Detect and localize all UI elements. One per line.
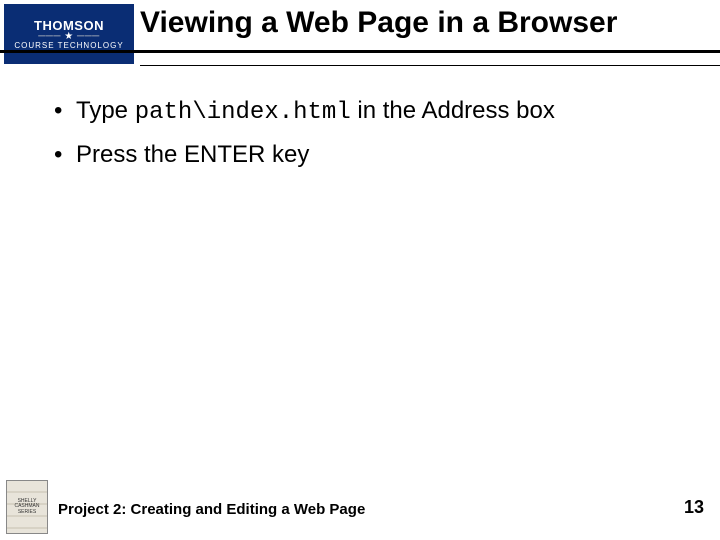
- list-item: Type path\index.html in the Address box: [54, 96, 680, 128]
- series-line: SERIES: [18, 510, 36, 516]
- bullet-list: Type path\index.html in the Address box …: [54, 96, 680, 172]
- bullet-text-pre: Type: [76, 97, 135, 124]
- shelly-cashman-series-logo: SHELLY CASHMAN SERIES: [6, 480, 48, 534]
- title-rule-thick: [0, 50, 720, 53]
- star-icon: ★: [38, 34, 100, 40]
- bullet-text-code: path\index.html: [135, 99, 351, 126]
- page-number: 13: [684, 497, 704, 518]
- bullet-text-pre: Press the ENTER key: [76, 141, 309, 168]
- logo-bottom-text: COURSE TECHNOLOGY: [14, 41, 123, 50]
- slide: THOMSON ★ COURSE TECHNOLOGY Viewing a We…: [0, 0, 720, 540]
- header: THOMSON ★ COURSE TECHNOLOGY Viewing a We…: [0, 0, 720, 72]
- title-rule-thin: [140, 65, 720, 66]
- bullet-text-post: in the Address box: [351, 97, 555, 124]
- slide-title: Viewing a Web Page in a Browser: [140, 6, 710, 40]
- footer-text: Project 2: Creating and Editing a Web Pa…: [58, 501, 365, 518]
- slide-body: Type path\index.html in the Address box …: [54, 96, 680, 184]
- list-item: Press the ENTER key: [54, 140, 680, 172]
- thomson-logo: THOMSON ★ COURSE TECHNOLOGY: [4, 4, 134, 64]
